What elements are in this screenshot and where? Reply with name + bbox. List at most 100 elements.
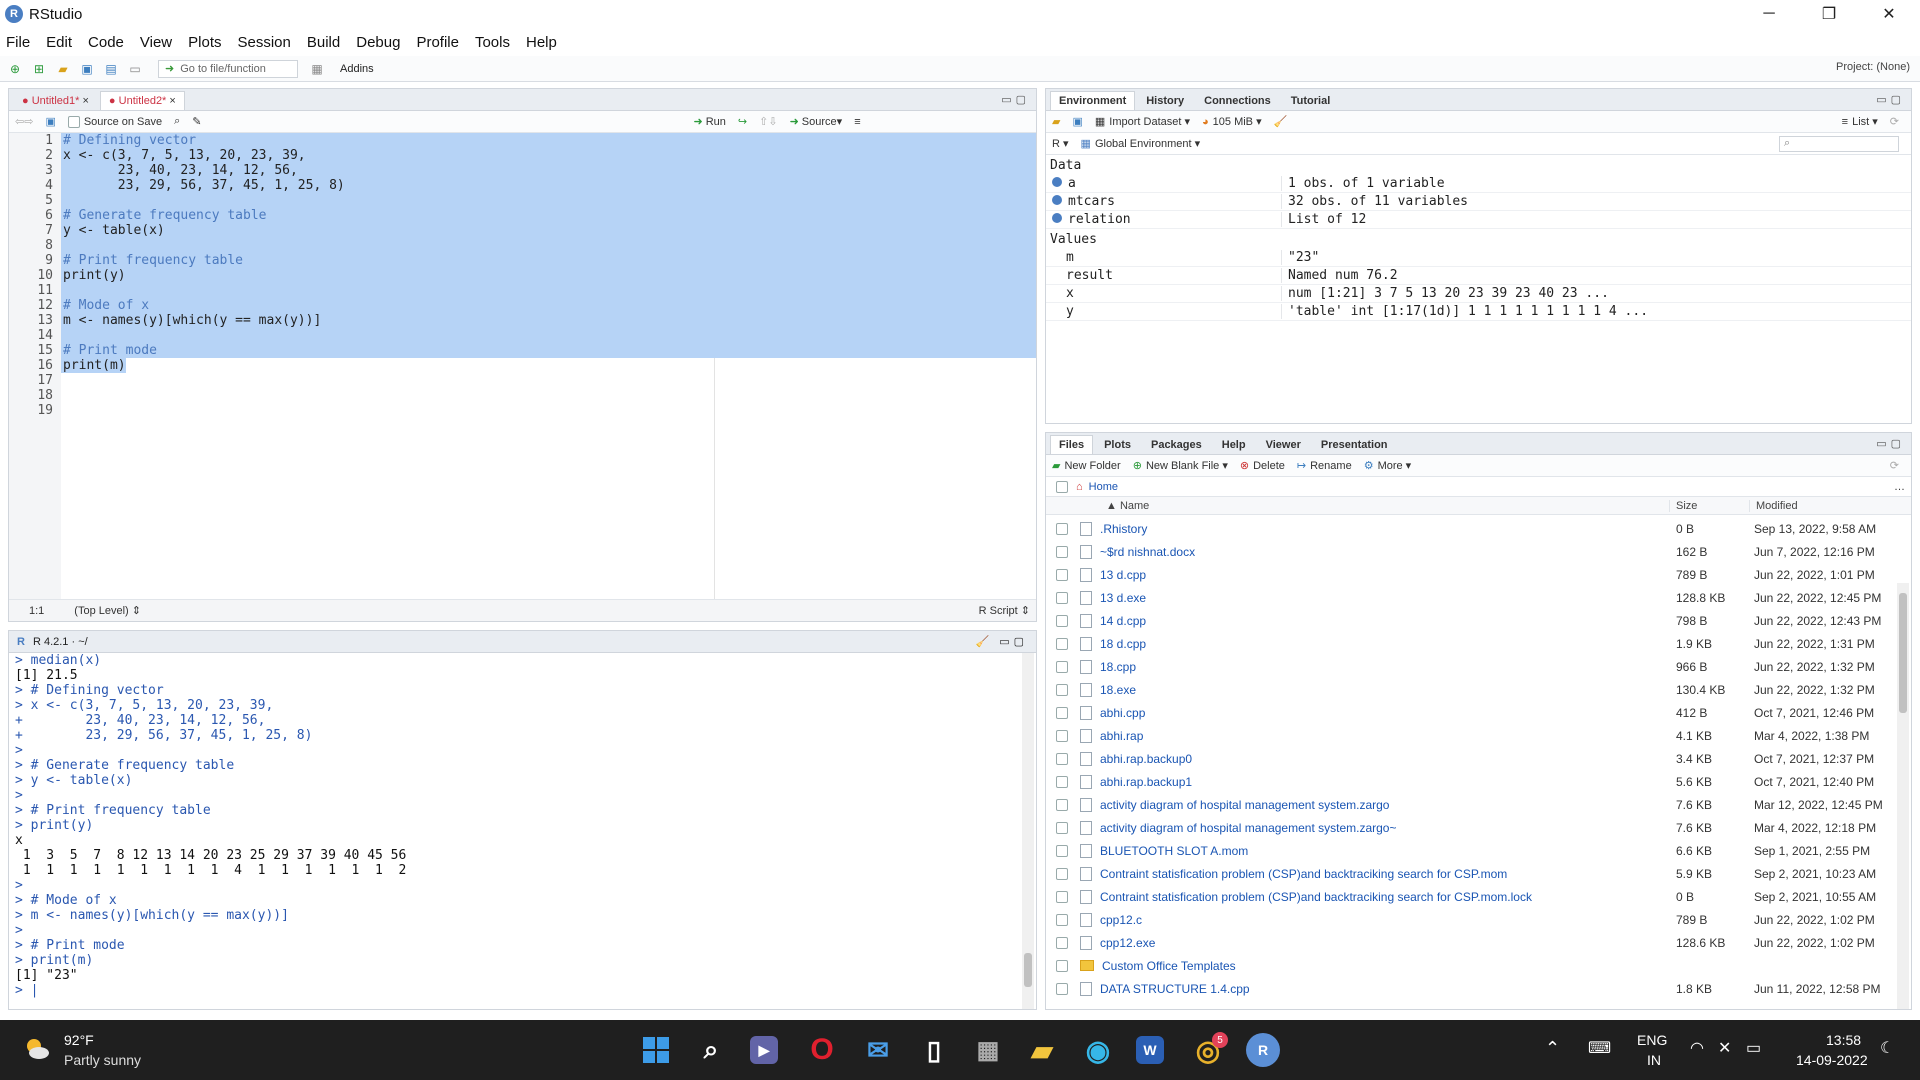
file-row[interactable]: Contraint statisfication problem (CSP)an… — [1046, 862, 1911, 885]
open-file-icon[interactable]: ▰ — [54, 60, 72, 78]
clock-time[interactable]: 13:58 — [1826, 1032, 1861, 1048]
file-checkbox[interactable] — [1056, 752, 1068, 765]
refresh-icon[interactable]: ⟳ — [1890, 115, 1899, 128]
rstudio-taskbar-icon[interactable]: R — [1246, 1033, 1280, 1067]
tab-packages[interactable]: Packages — [1142, 435, 1211, 454]
notifications-icon[interactable]: ☾ — [1880, 1038, 1894, 1058]
delete-button[interactable]: ⊗ Delete — [1240, 459, 1285, 473]
environment-row[interactable]: a 1 obs. of 1 variable — [1046, 175, 1911, 193]
memory-usage[interactable]: ◕ 105 MiB ▾ — [1202, 115, 1262, 129]
tab-history[interactable]: History — [1137, 91, 1193, 110]
code-editor[interactable]: 1 2 3 4 5 6 7 8 9 10 11 12 13 14 15 16 17 18 19 # Defining… — [9, 133, 1036, 599]
code-line[interactable]: 23, 29, 56, 37, 45, 1, 25, 8) — [61, 178, 1036, 193]
teams-chat-icon[interactable]: ▶ — [750, 1036, 778, 1064]
menu-plots[interactable]: Plots — [188, 34, 221, 51]
file-row[interactable]: .Rhistory 0 B Sep 13, 2022, 9:58 AM — [1046, 517, 1911, 540]
file-name-link[interactable]: activity diagram of hospital management … — [1100, 821, 1676, 835]
keyboard-icon[interactable]: ⌨ — [1588, 1038, 1611, 1058]
opera-icon[interactable]: O — [806, 1033, 838, 1066]
file-checkbox[interactable] — [1056, 706, 1068, 719]
code-line[interactable] — [61, 283, 1036, 298]
file-row[interactable]: 18 d.cpp 1.9 KB Jun 22, 2022, 1:31 PM — [1046, 632, 1911, 655]
code-line[interactable]: m <- names(y)[which(y == max(y))] — [61, 313, 1036, 328]
menu-debug[interactable]: Debug — [356, 34, 400, 51]
new-project-icon[interactable]: ⊞ — [30, 60, 48, 78]
rerun-icon[interactable]: ↪ — [738, 115, 747, 128]
code-line[interactable] — [61, 328, 1036, 343]
run-button[interactable]: ➜ Run — [694, 115, 726, 129]
menu-file[interactable]: File — [6, 34, 30, 51]
expand-icon[interactable] — [1052, 213, 1062, 223]
new-blank-file-button[interactable]: ⊕ New Blank File ▾ — [1133, 459, 1228, 473]
environment-search-input[interactable]: ⌕ — [1779, 135, 1899, 152]
list-view-toggle[interactable]: ≡ List ▾ — [1842, 115, 1878, 129]
language-region[interactable]: IN — [1647, 1052, 1661, 1068]
edge-icon[interactable]: ◉ — [1082, 1034, 1114, 1066]
tab-files[interactable]: Files — [1050, 435, 1094, 454]
code-line[interactable]: x <- c(3, 7, 5, 13, 20, 23, 39, — [61, 148, 1036, 163]
project-menu[interactable]: Project: (None) — [1836, 61, 1910, 73]
tab-help[interactable]: Help — [1213, 435, 1255, 454]
home-icon[interactable]: ⌂ — [1076, 481, 1083, 493]
volume-muted-icon[interactable]: ✕ — [1718, 1038, 1731, 1058]
language-selector[interactable]: R ▾ — [1052, 137, 1069, 151]
file-checkbox[interactable] — [1056, 591, 1068, 604]
file-checkbox[interactable] — [1056, 614, 1068, 627]
file-row[interactable]: abhi.rap.backup1 5.6 KB Oct 7, 2021, 12:40… — [1046, 770, 1911, 793]
store-icon[interactable]: ▦ — [972, 1034, 1004, 1066]
scope-selector[interactable]: (Top Level) ⇕ — [74, 604, 141, 617]
more-path-icon[interactable]: … — [1894, 481, 1905, 493]
file-row[interactable]: 14 d.cpp 798 B Jun 22, 2022, 12:43 PM — [1046, 609, 1911, 632]
tab-environment[interactable]: Environment — [1050, 91, 1136, 110]
code-line[interactable]: 23, 40, 23, 14, 12, 56, — [61, 163, 1036, 178]
file-row[interactable]: cpp12.c 789 B Jun 22, 2022, 1:02 PM — [1046, 908, 1911, 931]
pane-window-controls[interactable]: ▭▢ — [1876, 437, 1905, 450]
save-icon[interactable]: ▣ — [78, 60, 96, 78]
expand-icon[interactable] — [1052, 195, 1062, 205]
file-checkbox[interactable] — [1056, 821, 1068, 834]
code-line[interactable]: # Print mode — [61, 343, 1036, 358]
file-name-link[interactable]: 13 d.cpp — [1100, 568, 1676, 582]
menu-build[interactable]: Build — [307, 34, 340, 51]
column-name[interactable]: ▲ Name — [1106, 500, 1669, 512]
weather-icon[interactable] — [22, 1034, 52, 1064]
file-checkbox[interactable] — [1056, 890, 1068, 903]
file-name-link[interactable]: Contraint statisfication problem (CSP)an… — [1100, 890, 1676, 904]
more-button[interactable]: ⚙ More ▾ — [1364, 459, 1412, 473]
tab-plots[interactable]: Plots — [1095, 435, 1140, 454]
environment-row[interactable]: relation List of 12 — [1046, 211, 1911, 229]
file-type-selector[interactable]: R Script ⇕ — [979, 604, 1030, 617]
file-explorer-icon[interactable]: ▰ — [1026, 1034, 1058, 1066]
file-checkbox[interactable] — [1056, 522, 1068, 535]
file-name-link[interactable]: abhi.rap.backup1 — [1100, 775, 1676, 789]
file-name-link[interactable]: ~$rd nishnat.docx — [1100, 545, 1676, 559]
file-name-link[interactable]: 18.cpp — [1100, 660, 1676, 674]
tab-tutorial[interactable]: Tutorial — [1282, 91, 1340, 110]
code-lines[interactable]: # Defining vector x <- c(3, 7, 5, 13, 20,… — [61, 133, 1036, 418]
mail-icon[interactable]: ✉ — [862, 1034, 894, 1066]
menu-profile[interactable]: Profile — [416, 34, 459, 51]
clear-console-icon[interactable]: 🧹 — [976, 635, 990, 648]
environment-row[interactable]: m "23" — [1046, 249, 1911, 267]
file-name-link[interactable]: .Rhistory — [1100, 522, 1676, 536]
tab-presentation[interactable]: Presentation — [1312, 435, 1397, 454]
close-icon[interactable]: × — [82, 95, 88, 107]
column-modified[interactable]: Modified — [1749, 499, 1798, 512]
environment-row[interactable]: result Named num 76.2 — [1046, 267, 1911, 285]
file-row[interactable]: Custom Office Templates — [1046, 954, 1911, 977]
file-name-link[interactable]: 18 d.cpp — [1100, 637, 1676, 651]
save-icon[interactable]: ▣ — [45, 115, 55, 128]
file-row[interactable]: ~$rd nishnat.docx 162 B Jun 7, 2022, 12:16… — [1046, 540, 1911, 563]
source-on-save-checkbox[interactable]: Source on Save — [67, 115, 162, 128]
file-name-link[interactable]: 13 d.exe — [1100, 591, 1676, 605]
battery-icon[interactable]: ▭ — [1746, 1038, 1761, 1058]
file-row[interactable]: cpp12.exe 128.6 KB Jun 22, 2022, 1:02 PM — [1046, 931, 1911, 954]
console-output[interactable]: > median(x) [1] 21.5 > # Defining vector > … — [9, 653, 1019, 1009]
file-row[interactable]: Contraint statisfication problem (CSP)an… — [1046, 885, 1911, 908]
file-row[interactable]: abhi.rap 4.1 KB Mar 4, 2022, 1:38 PM — [1046, 724, 1911, 747]
file-checkbox[interactable] — [1056, 959, 1068, 972]
start-icon[interactable] — [640, 1034, 672, 1066]
file-checkbox[interactable] — [1056, 936, 1068, 949]
file-checkbox[interactable] — [1056, 683, 1068, 696]
code-line[interactable]: print(y) — [61, 268, 1036, 283]
